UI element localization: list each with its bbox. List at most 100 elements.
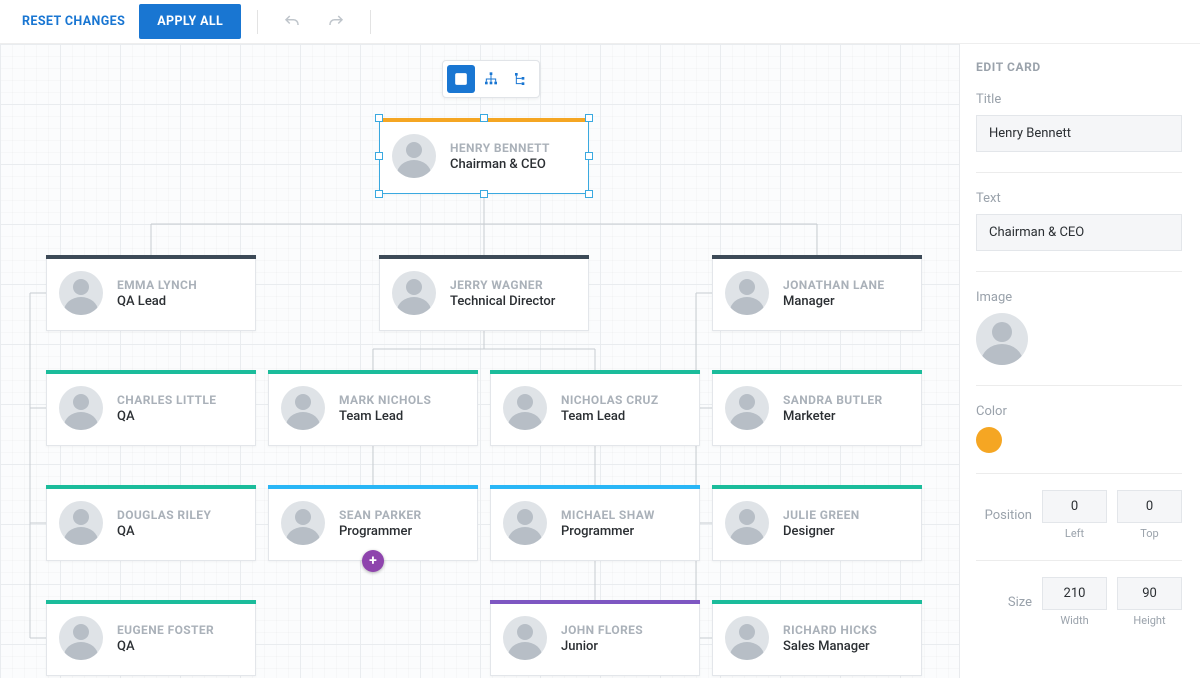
card-role: QA [117,409,216,424]
card-name: EMMA LYNCH [117,278,197,292]
avatar [59,386,103,430]
card-name: MICHAEL SHAW [561,508,655,522]
card-stripe [490,370,700,374]
node-mini-toolbar [442,60,540,98]
card-stripe [268,370,478,374]
card-role: Team Lead [339,409,431,424]
edit-card-panel: EDIT CARD Title Text Image Color Positio… [960,44,1200,678]
card-name: MARK NICHOLS [339,393,431,407]
resize-handle-rm[interactable] [585,152,593,160]
redo-icon[interactable] [318,4,354,40]
add-child-icon[interactable] [447,65,475,93]
avatar [59,616,103,660]
resize-handle-tr[interactable] [585,114,593,122]
title-input[interactable] [976,115,1182,152]
org-card-doug[interactable]: DOUGLAS RILEY QA [46,485,256,561]
avatar [281,386,325,430]
resize-handle-bm[interactable] [480,190,488,198]
size-label: Size [976,595,1032,610]
apply-all-button[interactable]: APPLY ALL [139,4,241,39]
avatar [503,616,547,660]
avatar [725,271,769,315]
card-name: CHARLES LITTLE [117,393,216,407]
card-name: HENRY BENNETT [450,141,550,155]
tree-layout-icon[interactable] [477,65,505,93]
card-name: DOUGLAS RILEY [117,508,211,522]
card-name: SANDRA BUTLER [783,393,883,407]
avatar [392,271,436,315]
card-name: JONATHAN LANE [783,278,885,292]
card-name: JULIE GREEN [783,508,860,522]
org-card-mark[interactable]: MARK NICHOLS Team Lead [268,370,478,446]
avatar [503,501,547,545]
org-card-sandra[interactable]: SANDRA BUTLERMarketer [712,370,922,446]
size-width-sublabel: Width [1042,614,1107,627]
avatar [59,501,103,545]
card-role: QA [117,524,211,539]
resize-handle-tm[interactable] [480,114,488,122]
org-card-jerry[interactable]: JERRY WAGNER Technical Director [379,255,589,331]
resize-handle-br[interactable] [585,190,593,198]
org-card-mike[interactable]: MICHAEL SHAW Programmer [490,485,700,561]
org-card-john[interactable]: JOHN FLORESJunior [490,600,700,676]
org-card-charles[interactable]: CHARLES LITTLE QA [46,370,256,446]
card-stripe [712,600,922,604]
card-role: QA [117,639,214,654]
position-label: Position [976,508,1032,523]
position-top-input[interactable]: 0 [1117,490,1182,523]
card-stripe [268,485,478,489]
position-left-sublabel: Left [1042,527,1107,540]
card-role: Technical Director [450,294,555,309]
resize-handle-tl[interactable] [375,114,383,122]
toolbar-separator [257,10,258,34]
divider [976,385,1182,386]
card-role: Manager [783,294,885,309]
org-card-jon[interactable]: JONATHAN LANE Manager [712,255,922,331]
size-height-sublabel: Height [1117,614,1182,627]
size-height-input[interactable]: 90 [1117,577,1182,610]
org-card-richard[interactable]: RICHARD HICKS Sales Manager [712,600,922,676]
size-width-input[interactable]: 210 [1042,577,1107,610]
org-card-ceo[interactable]: HENRY BENNETTChairman & CEO [379,118,589,194]
card-stripe [712,370,922,374]
text-input[interactable] [976,214,1182,251]
avatar [725,616,769,660]
card-role: Designer [783,524,860,539]
position-top-sublabel: Top [1117,527,1182,540]
top-toolbar: RESET CHANGES APPLY ALL [0,0,1200,44]
avatar [503,386,547,430]
card-role: Team Lead [561,409,659,424]
card-role: Programmer [561,524,655,539]
reset-changes-button[interactable]: RESET CHANGES [16,6,131,37]
image-label: Image [976,290,1182,305]
org-chart-canvas[interactable]: HENRY BENNETTChairman & CEO EMMA LYNCH QA … [0,44,960,678]
org-card-eugene[interactable]: EUGENE FOSTER QA [46,600,256,676]
avatar [725,501,769,545]
title-label: Title [976,92,1182,107]
card-stripe [490,485,700,489]
resize-handle-bl[interactable] [375,190,383,198]
org-card-julie[interactable]: JULIE GREEN Designer [712,485,922,561]
avatar [281,501,325,545]
card-stripe [490,600,700,604]
card-stripe [46,370,256,374]
org-card-emma[interactable]: EMMA LYNCH QA Lead [46,255,256,331]
card-name: EUGENE FOSTER [117,623,214,637]
color-swatch[interactable] [976,427,1002,453]
undo-icon[interactable] [274,4,310,40]
toolbar-separator [370,10,371,34]
side-layout-icon[interactable] [507,65,535,93]
avatar [59,271,103,315]
card-name: RICHARD HICKS [783,623,877,637]
resize-handle-lm[interactable] [375,152,383,160]
panel-header: EDIT CARD [976,60,1182,74]
add-child-fab[interactable]: + [362,550,384,572]
position-left-input[interactable]: 0 [1042,490,1107,523]
divider [976,172,1182,173]
org-card-nick[interactable]: NICHOLAS CRUZTeam Lead [490,370,700,446]
card-role: QA Lead [117,294,197,309]
card-name: JERRY WAGNER [450,278,555,292]
card-stripe [46,485,256,489]
card-role: Sales Manager [783,639,877,654]
image-picker[interactable] [976,313,1028,365]
